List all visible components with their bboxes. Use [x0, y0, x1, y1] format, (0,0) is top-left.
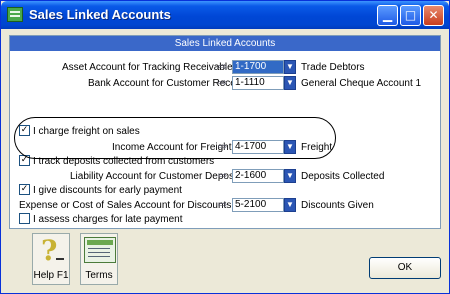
arrow-icon[interactable]: ⇨ — [218, 76, 227, 90]
freight-highlight-oval — [14, 117, 336, 159]
sales-linked-accounts-window: Sales Linked Accounts ▁ □ ✕ Sales Linked… — [0, 0, 450, 294]
customer-receipts-row: Bank Account for Customer Receipts ⇨ 1-1… — [10, 76, 440, 92]
terms-button[interactable]: Terms — [80, 233, 118, 285]
chevron-down-icon[interactable]: ▼ — [284, 60, 296, 74]
early-payment-discounts-checkbox[interactable]: ✓ — [19, 184, 30, 195]
chevron-down-icon[interactable]: ▼ — [284, 198, 296, 212]
tracking-receivables-label: Asset Account for Tracking Receivables — [62, 62, 238, 73]
arrow-icon[interactable]: ⇨ — [218, 169, 227, 183]
customer-deposits-account-field[interactable]: 2-1600 — [232, 169, 284, 183]
customer-receipts-account-field[interactable]: 1-1110 — [232, 76, 284, 90]
help-icon: ? — [41, 234, 58, 267]
tracking-receivables-account-name: Trade Debtors — [301, 62, 365, 73]
terms-card-line — [88, 248, 110, 249]
early-payment-discounts-row: ✓ I give discounts for early payment — [10, 183, 440, 199]
chevron-down-icon[interactable]: ▼ — [284, 169, 296, 183]
help-icon-dash — [56, 258, 64, 260]
help-button[interactable]: ? Help F1 — [32, 233, 70, 285]
chevron-down-icon[interactable]: ▼ — [284, 76, 296, 90]
discounts-expense-label: Expense or Cost of Sales Account for Dis… — [19, 200, 232, 211]
tracking-receivables-row: Asset Account for Tracking Receivables ⇨… — [10, 60, 440, 76]
ok-button[interactable]: OK — [369, 257, 441, 279]
late-payment-charges-checkbox[interactable] — [19, 213, 30, 224]
late-payment-charges-row: I assess charges for late payment — [10, 212, 440, 228]
close-button[interactable]: ✕ — [423, 5, 444, 26]
title-bar[interactable]: Sales Linked Accounts ▁ □ ✕ — [1, 1, 449, 29]
customer-deposits-account-name: Deposits Collected — [301, 171, 385, 182]
maximize-button[interactable]: □ — [400, 5, 421, 26]
app-icon — [7, 7, 23, 22]
panel-header: Sales Linked Accounts — [10, 36, 440, 51]
customer-receipts-account-name: General Cheque Account 1 — [301, 78, 422, 89]
arrow-icon[interactable]: ⇨ — [218, 198, 227, 212]
terms-card-line — [88, 256, 110, 257]
arrow-icon[interactable]: ⇨ — [218, 60, 227, 74]
late-payment-charges-label: I assess charges for late payment — [33, 214, 183, 225]
terms-card-stripe — [87, 240, 113, 245]
minimize-button[interactable]: ▁ — [377, 5, 398, 26]
terms-button-label: Terms — [85, 270, 113, 281]
terms-card-icon — [84, 237, 116, 263]
discounts-expense-account-field[interactable]: 5-2100 — [232, 198, 284, 212]
early-payment-discounts-label: I give discounts for early payment — [33, 185, 182, 196]
window-title: Sales Linked Accounts — [29, 7, 171, 22]
terms-card-line — [88, 252, 110, 253]
discounts-expense-account-name: Discounts Given — [301, 200, 374, 211]
tracking-receivables-account-field[interactable]: 1-1700 — [232, 60, 284, 74]
help-button-label: Help F1 — [33, 270, 69, 281]
